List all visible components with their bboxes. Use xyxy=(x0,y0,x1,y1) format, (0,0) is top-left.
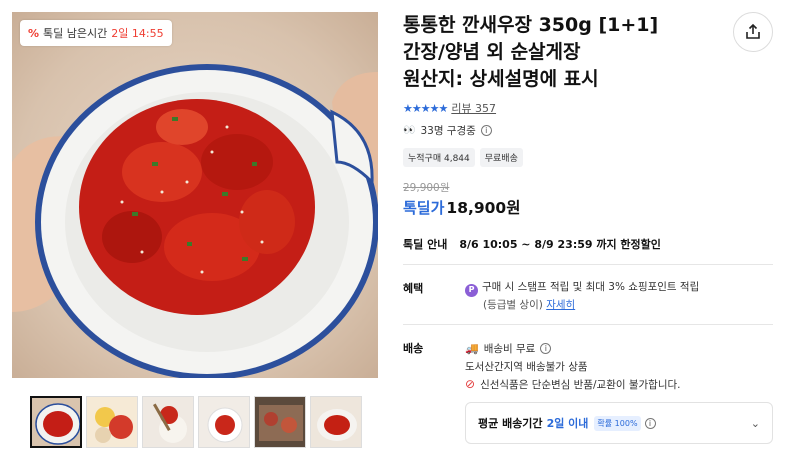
percent-icon: % xyxy=(28,26,40,40)
divider xyxy=(403,324,773,325)
delivery-probability-chip: 확률 100% xyxy=(594,415,641,431)
benefit-detail-link[interactable]: 자세히 xyxy=(546,299,575,311)
shipping-fee: 배송비 무료 xyxy=(483,342,536,355)
chevron-down-icon: ⌄ xyxy=(750,416,760,430)
product-title-line-1: 통통한 깐새우장 350g [1+1] xyxy=(403,14,659,36)
prohibited-icon: ⊘ xyxy=(465,377,476,391)
eyes-icon: 👀 xyxy=(403,125,416,136)
deal-notice-row: 톡딜 안내 8/6 10:05 ~ 8/9 23:59 까지 한정할인 xyxy=(403,236,661,252)
benefit-label: 혜택 xyxy=(403,282,424,295)
benefit-line-2: (등급별 상이) xyxy=(483,298,543,311)
thumbnail-1[interactable] xyxy=(30,396,82,448)
share-button[interactable] xyxy=(733,12,773,52)
info-icon[interactable]: i xyxy=(644,417,656,429)
original-price: 29,900원 xyxy=(403,182,450,194)
thumbnail-3[interactable] xyxy=(142,396,194,448)
deal-notice-label: 톡딜 안내 xyxy=(403,238,448,251)
thumbnail-4[interactable] xyxy=(198,396,250,448)
deal-timer-label: 톡딜 남은시간 xyxy=(43,27,108,40)
shipping-label: 배송 xyxy=(403,342,424,355)
divider xyxy=(403,264,773,265)
rating-stars-icon: ★★★★★ xyxy=(403,101,448,115)
truck-icon: 🚚 xyxy=(465,341,479,355)
deal-price-label: 톡딜가 xyxy=(403,199,445,217)
product-title: 통통한 깐새우장 350g [1+1] 간장/양념 외 순살게장 원산지: 상세… xyxy=(403,12,723,93)
viewers-count: 33명 구경중 xyxy=(420,125,476,137)
review-count-link[interactable]: 리뷰 357 xyxy=(451,100,496,116)
benefit-content: P 구매 시 스탬프 적립 및 최대 3% 쇼핑포인트 적립 (등급별 상이) 자… xyxy=(465,279,775,313)
price-row: 톡딜가 18,900원 xyxy=(403,196,520,218)
main-product-image: % 톡딜 남은시간 2일 14:55 xyxy=(12,12,378,378)
info-icon[interactable]: i xyxy=(480,125,492,136)
deal-timer-value: 2일 14:55 xyxy=(111,27,164,40)
deal-timer-badge: % 톡딜 남은시간 2일 14:55 xyxy=(20,20,172,46)
shipping-content: 🚚 배송비 무료 i 도서산간지역 배송불가 상품 ⊘ 신선식품은 단순변심 반… xyxy=(465,339,775,393)
product-title-line-2: 간장/양념 외 순살게장 xyxy=(403,41,581,63)
delivery-period-label: 평균 배송기간 xyxy=(478,417,543,430)
thumbnail-strip xyxy=(30,396,362,448)
thumbnail-5[interactable] xyxy=(254,396,306,448)
delivery-period-value: 2일 이내 xyxy=(546,417,589,430)
delivery-period-dropdown[interactable]: 평균 배송기간 2일 이내 확률 100% i ⌄ xyxy=(465,402,773,444)
product-tags: 누적구매 4,844 무료배송 xyxy=(403,148,523,167)
benefit-line-1: 구매 시 스탬프 적립 및 최대 3% 쇼핑포인트 적립 xyxy=(482,281,700,293)
shipping-note: 도서산간지역 배송불가 상품 xyxy=(465,360,588,373)
info-icon[interactable]: i xyxy=(540,342,552,354)
point-icon: P xyxy=(465,283,478,297)
product-title-line-3: 원산지: 상세설명에 표시 xyxy=(403,68,599,90)
product-photo xyxy=(12,64,378,378)
shipping-warning: 신선식품은 단순변심 반품/교환이 불가합니다. xyxy=(480,378,681,391)
rating-row: ★★★★★ 리뷰 357 xyxy=(403,100,496,116)
thumbnail-6[interactable] xyxy=(310,396,362,448)
share-icon xyxy=(746,23,760,39)
viewers-row: 👀 33명 구경중 i xyxy=(403,123,492,138)
deal-notice-period: 8/6 10:05 ~ 8/9 23:59 까지 한정할인 xyxy=(459,238,661,251)
deal-price: 18,900원 xyxy=(446,199,521,217)
tag-cumulative-purchases: 누적구매 4,844 xyxy=(403,148,475,167)
thumbnail-2[interactable] xyxy=(86,396,138,448)
tag-free-shipping: 무료배송 xyxy=(479,148,523,167)
